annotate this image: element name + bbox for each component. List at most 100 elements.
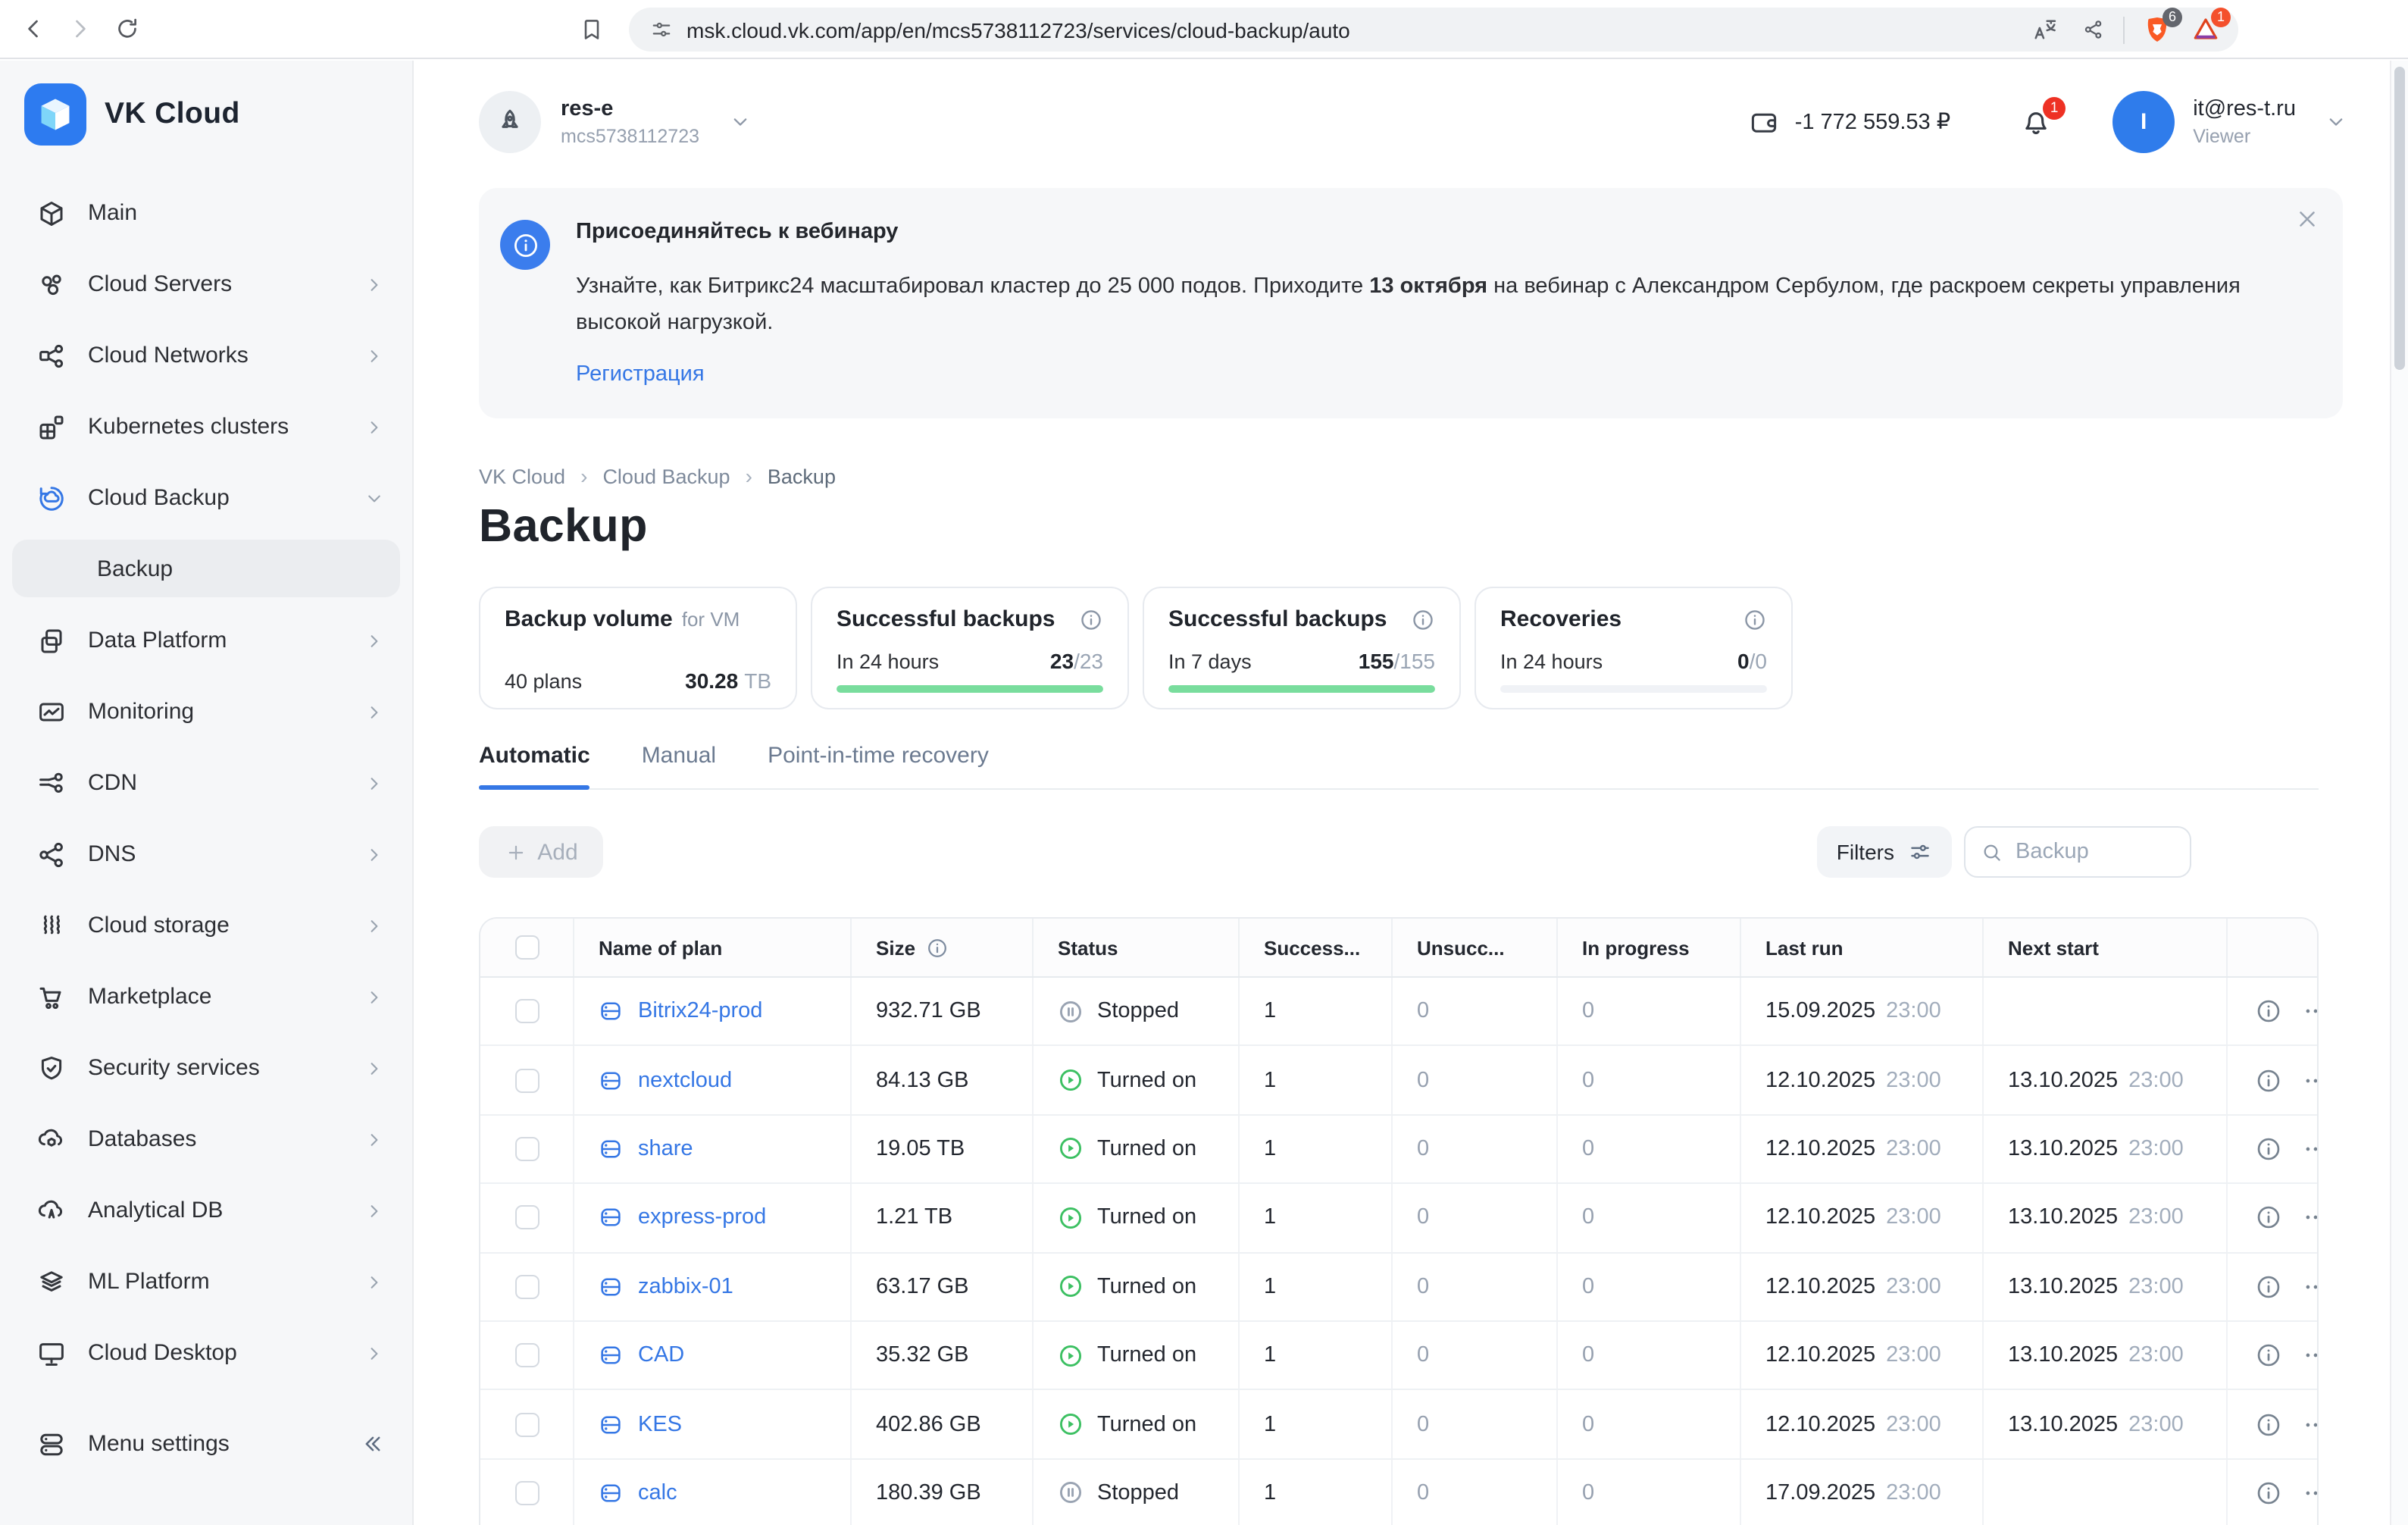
status-stopped-icon [1058,1480,1084,1506]
info-icon[interactable] [1079,607,1103,631]
plan-name-link[interactable]: zabbix-01 [638,1275,733,1299]
user-info[interactable]: it@res-t.ru Viewer [2193,97,2296,147]
row-info-icon[interactable] [2255,997,2282,1025]
banner-close-icon[interactable] [2294,206,2320,232]
sidebar-item-cdn[interactable]: CDN [12,747,400,819]
share-icon[interactable] [2082,18,2105,41]
sidebar-item-cloud-backup[interactable]: Cloud Backup [12,462,400,534]
vk-cloud-logo-text: VK Cloud [105,97,240,132]
row-checkbox[interactable] [514,999,539,1023]
sidebar-item-backup[interactable]: Backup [12,540,400,597]
row-info-icon[interactable] [2255,1480,2282,1507]
browser-back-icon[interactable] [20,15,47,42]
tab-point-in-time-recovery[interactable]: Point-in-time recovery [768,743,989,788]
row-more-icon[interactable] [2302,997,2319,1025]
row-info-icon[interactable] [2255,1273,2282,1301]
browser-reload-icon[interactable] [114,15,141,42]
column-header-unsucc: Unsucc... [1393,919,1558,976]
browser-forward-icon[interactable] [67,15,94,42]
sidebar: VK Cloud Main Cloud Servers Cloud Networ… [0,61,414,1525]
row-checkbox[interactable] [514,1481,539,1505]
search-input[interactable] [2016,840,2175,864]
brave-rewards-extension[interactable]: 1 [2191,15,2220,44]
cdn-icon [36,768,67,798]
info-icon[interactable] [1743,607,1767,631]
breadcrumb-item-vk-cloud[interactable]: VK Cloud [479,465,565,487]
chevron-down-icon[interactable] [2325,111,2347,133]
chevron-right-icon [364,274,385,295]
sidebar-item-cloud-desktop[interactable]: Cloud Desktop [12,1317,400,1389]
last-run: 12.10.202523:00 [1741,1116,1984,1183]
table-row: share 19.05 TB Turned on 1 0 0 12.10.202… [480,1116,2317,1185]
row-info-icon[interactable] [2255,1135,2282,1163]
scrollbar[interactable] [2390,61,2408,1525]
collapse-sidebar-icon [359,1431,385,1457]
filters-button[interactable]: Filters [1817,826,1952,878]
row-checkbox[interactable] [514,1068,539,1092]
plan-name-link[interactable]: KES [638,1412,682,1436]
sidebar-item-cloud-networks[interactable]: Cloud Networks [12,320,400,391]
row-more-icon[interactable] [2302,1204,2319,1232]
row-more-icon[interactable] [2302,1342,2319,1369]
row-checkbox[interactable] [514,1275,539,1299]
row-more-icon[interactable] [2302,1273,2319,1301]
translate-icon[interactable] [2032,17,2058,42]
sidebar-item-menu-settings[interactable]: Menu settings [12,1408,400,1480]
row-actions [2228,1253,2317,1320]
row-more-icon[interactable] [2302,1135,2319,1163]
plan-name-link[interactable]: Bitrix24-prod [638,999,762,1023]
registration-link[interactable]: Регистрация [576,362,705,387]
tab-automatic[interactable]: Automatic [479,743,590,788]
row-checkbox[interactable] [514,1137,539,1161]
select-all-checkbox[interactable] [514,935,539,960]
sidebar-item-kubernetes-clusters[interactable]: Kubernetes clusters [12,391,400,462]
sidebar-item-security-services[interactable]: Security services [12,1032,400,1104]
plan-name-link[interactable]: express-prod [638,1206,766,1230]
plan-name-link[interactable]: nextcloud [638,1068,732,1092]
row-info-icon[interactable] [2255,1342,2282,1369]
notifications-button[interactable]: 1 [2020,106,2052,138]
row-info-icon[interactable] [2255,1066,2282,1094]
tab-manual[interactable]: Manual [642,743,716,788]
row-info-icon[interactable] [2255,1411,2282,1438]
url-text[interactable]: msk.cloud.vk.com/app/en/mcs5738112723/se… [686,17,2032,42]
sidebar-item-cloud-servers[interactable]: Cloud Servers [12,249,400,320]
bookmark-icon[interactable] [579,17,605,42]
address-bar[interactable]: msk.cloud.vk.com/app/en/mcs5738112723/se… [629,8,2238,52]
databases-icon [36,1124,67,1154]
sidebar-item-marketplace[interactable]: Marketplace [12,961,400,1032]
vk-cloud-logo[interactable]: VK Cloud [24,83,412,146]
balance[interactable]: -1 772 559.53 ₽ [1795,110,1951,134]
add-button[interactable]: Add [479,826,603,878]
plan-name-link[interactable]: CAD [638,1343,684,1367]
row-more-icon[interactable] [2302,1411,2319,1438]
size-info-icon[interactable] [926,936,949,959]
scrollbar-thumb[interactable] [2394,67,2405,370]
sidebar-item-databases[interactable]: Databases [12,1104,400,1175]
row-more-icon[interactable] [2302,1066,2319,1094]
info-icon[interactable] [1411,607,1435,631]
sidebar-item-analytical-db[interactable]: Analytical DB [12,1175,400,1246]
brave-shield-extension[interactable]: 6 [2143,15,2172,44]
row-checkbox[interactable] [514,1343,539,1367]
project-selector[interactable]: res-e mcs5738112723 [479,91,751,153]
sidebar-item-dns[interactable]: DNS [12,819,400,890]
sidebar-item-ml-platform[interactable]: ML Platform [12,1246,400,1317]
row-info-icon[interactable] [2255,1204,2282,1232]
row-checkbox[interactable] [514,1206,539,1230]
wallet-icon[interactable] [1750,107,1780,137]
sidebar-item-monitoring[interactable]: Monitoring [12,676,400,747]
plan-name-link[interactable]: share [638,1137,693,1161]
plan-name-link[interactable]: calc [638,1481,677,1505]
sidebar-item-main[interactable]: Main [12,177,400,249]
row-more-icon[interactable] [2302,1480,2319,1507]
table-row: express-prod 1.21 TB Turned on 1 0 0 12.… [480,1184,2317,1253]
breadcrumb: VK Cloud›Cloud Backup›Backup [479,464,2390,488]
breadcrumb-item-cloud-backup[interactable]: Cloud Backup [602,465,730,487]
sidebar-item-cloud-storage[interactable]: Cloud storage [12,890,400,961]
row-checkbox[interactable] [514,1412,539,1436]
avatar[interactable]: I [2112,91,2175,153]
sidebar-item-data-platform[interactable]: Data Platform [12,605,400,676]
plan-size: 1.21 TB [852,1184,1034,1251]
site-settings-icon[interactable] [650,18,673,41]
